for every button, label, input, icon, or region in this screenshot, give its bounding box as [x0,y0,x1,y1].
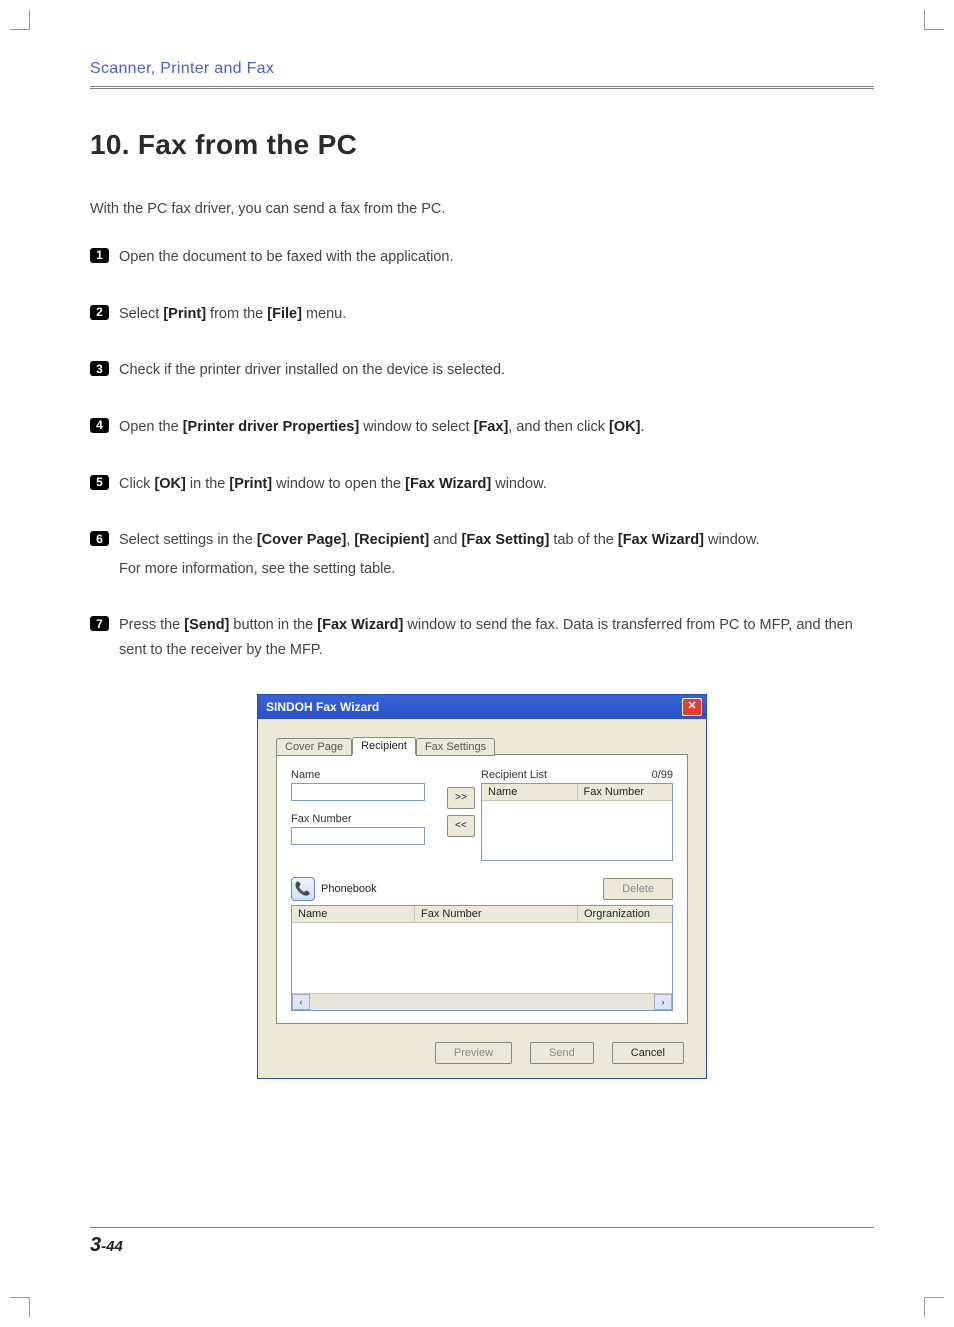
scroll-left-button[interactable]: ‹ [292,994,310,1010]
t: button in the [229,617,317,633]
footer-divider [90,1227,874,1228]
t: window to open the [272,476,405,492]
bold: [Print] [163,306,206,322]
t: Open the [119,419,183,435]
step-badge-1: 1 [90,248,109,263]
col-faxnumber[interactable]: Fax Number [578,784,673,800]
add-recipient-button[interactable]: >> [447,787,475,809]
step-badge-5: 5 [90,475,109,490]
step-badge-2: 2 [90,305,109,320]
step-7: 7 Press the [Send] button in the [Fax Wi… [90,613,874,662]
faxnumber-label: Fax Number [291,813,441,825]
pb-col-name[interactable]: Name [292,906,415,922]
bold: [Cover Page] [257,532,346,548]
t: Click [119,476,154,492]
t: menu. [302,306,346,322]
t: Press the [119,617,184,633]
t: , and then click [508,419,609,435]
fax-wizard-dialog: SINDOH Fax Wizard ✕ Cover Page Recipient… [258,695,706,1078]
bold: [Fax] [474,419,509,435]
intro-text: With the PC fax driver, you can send a f… [90,201,874,217]
close-icon: ✕ [687,701,696,712]
recipient-panel: Name Fax Number >> << Recipien [276,754,688,1024]
name-input[interactable] [291,783,425,801]
bold: [Send] [184,617,229,633]
t: Select [119,306,163,322]
chapter-num: 3 [90,1234,101,1256]
close-button[interactable]: ✕ [682,698,702,716]
page-footer: 3-44 [90,1227,874,1257]
step-1: 1 Open the document to be faxed with the… [90,245,874,270]
step-badge-4: 4 [90,418,109,433]
step-4: 4 Open the [Printer driver Properties] w… [90,415,874,440]
tab-recipient[interactable]: Recipient [352,737,416,755]
t: and [429,532,461,548]
recipient-count: 0/99 [652,769,673,781]
faxnumber-input[interactable] [291,827,425,845]
step-2: 2 Select [Print] from the [File] menu. [90,302,874,327]
step-badge-3: 3 [90,361,109,376]
step-2-text: Select [Print] from the [File] menu. [119,302,874,327]
step-5: 5 Click [OK] in the [Print] window to op… [90,472,874,497]
step-7-text: Press the [Send] button in the [Fax Wiza… [119,613,874,662]
t: window. [704,532,760,548]
col-name[interactable]: Name [482,784,578,800]
bold: [Fax Wizard] [405,476,491,492]
bold: [OK] [609,419,640,435]
step-4-text: Open the [Printer driver Properties] win… [119,415,874,440]
send-button[interactable]: Send [530,1042,594,1064]
phonebook-scrollbar[interactable]: ‹ › [292,993,672,1010]
recipient-listbox[interactable]: Name Fax Number [481,783,673,861]
t: Select settings in the [119,532,257,548]
preview-button[interactable]: Preview [435,1042,512,1064]
section-header: Scanner, Printer and Fax [90,60,874,78]
step-6-sub: For more information, see the setting ta… [119,557,874,582]
tabs: Cover Page Recipient Fax Settings [276,737,688,755]
step-6: 6 Select settings in the [Cover Page], [… [90,528,874,581]
bold: [Fax Wizard] [317,617,403,633]
bold: [Printer driver Properties] [183,419,359,435]
tab-fax-settings[interactable]: Fax Settings [416,738,495,756]
chapter-title: 10. Fax from the PC [90,129,874,161]
step-badge-7: 7 [90,616,109,631]
page-sub: -44 [101,1238,123,1255]
recipient-list-label: Recipient List [481,769,547,781]
t: window. [491,476,547,492]
bold: [Fax Wizard] [618,532,704,548]
dialog-titlebar: SINDOH Fax Wizard ✕ [258,695,706,719]
bold: [Print] [229,476,272,492]
t: from the [206,306,267,322]
phonebook-icon[interactable]: 📞 [291,877,315,901]
step-badge-6: 6 [90,531,109,546]
phonebook-label: Phonebook [321,883,377,895]
bold: [File] [267,306,302,322]
scroll-right-button[interactable]: › [654,994,672,1010]
step-5-text: Click [OK] in the [Print] window to open… [119,472,874,497]
cancel-button[interactable]: Cancel [612,1042,684,1064]
page-number: 3-44 [90,1234,874,1257]
tab-cover-page[interactable]: Cover Page [276,738,352,756]
step-1-text: Open the document to be faxed with the a… [119,245,874,270]
pb-col-faxnumber[interactable]: Fax Number [415,906,578,922]
t: . [640,419,644,435]
step-6-text: Select settings in the [Cover Page], [Re… [119,528,874,581]
header-divider [90,86,874,89]
dialog-title: SINDOH Fax Wizard [266,700,379,714]
step-3-text: Check if the printer driver installed on… [119,358,874,383]
pb-col-organization[interactable]: Orgranization [578,906,672,922]
t: tab of the [549,532,618,548]
t: in the [186,476,230,492]
step-3: 3 Check if the printer driver installed … [90,358,874,383]
phonebook-table[interactable]: Name Fax Number Orgranization ‹ › [291,905,673,1011]
delete-button[interactable]: Delete [603,878,673,900]
name-label: Name [291,769,441,781]
remove-recipient-button[interactable]: << [447,815,475,837]
bold: [OK] [154,476,185,492]
t: window to select [359,419,473,435]
bold: [Recipient] [354,532,429,548]
bold: [Fax Setting] [462,532,550,548]
